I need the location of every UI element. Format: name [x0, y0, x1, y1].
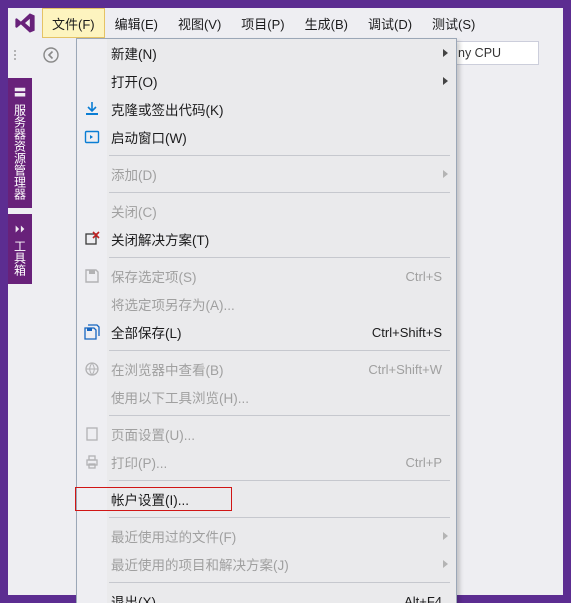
menu-separator: [109, 480, 450, 481]
menu-file[interactable]: 文件(F): [42, 8, 105, 38]
file-menu-browse-with: 使用以下工具浏览(H)...: [77, 383, 456, 411]
clone-download-icon: [81, 98, 103, 120]
file-menu-page-setup: 页面设置(U)...: [77, 420, 456, 448]
menu-separator: [109, 350, 450, 351]
side-tab-toolbox[interactable]: 工具箱: [8, 214, 32, 284]
menu-test[interactable]: 测试(S): [422, 8, 485, 38]
page-setup-icon: [81, 423, 103, 445]
solution-config-value: ny CPU: [458, 46, 501, 60]
side-tab-label: 工具箱: [12, 240, 29, 276]
file-menu-start-window[interactable]: 启动窗口(W): [77, 123, 456, 151]
side-tab-server-explorer[interactable]: 服务器资源管理器: [8, 78, 32, 208]
file-menu-clone[interactable]: 克隆或签出代码(K): [77, 95, 456, 123]
close-solution-icon: [81, 228, 103, 250]
menubar: 文件(F) 编辑(E) 视图(V) 项目(P) 生成(B) 调试(D) 测试(S…: [42, 8, 485, 38]
nav-back-button[interactable]: [34, 41, 68, 69]
submenu-arrow-icon: [443, 560, 448, 568]
menu-view[interactable]: 视图(V): [168, 8, 231, 38]
menu-project[interactable]: 项目(P): [231, 8, 294, 38]
save-icon: [81, 265, 103, 287]
submenu-arrow-icon: [443, 170, 448, 178]
file-menu-dropdown: 新建(N) 打开(O) 克隆或签出代码(K) 启动窗口(W) 添加(D) 关闭(…: [76, 38, 457, 603]
submenu-arrow-icon: [443, 532, 448, 540]
menu-separator: [109, 582, 450, 583]
file-menu-close-solution[interactable]: 关闭解决方案(T): [77, 225, 456, 253]
file-menu-account-settings[interactable]: 帐户设置(I)...: [77, 485, 456, 513]
submenu-arrow-icon: [443, 49, 448, 57]
menu-separator: [109, 192, 450, 193]
menu-debug[interactable]: 调试(D): [358, 8, 422, 38]
toolbox-icon: [13, 222, 27, 236]
menu-separator: [109, 257, 450, 258]
browser-icon: [81, 358, 103, 380]
file-menu-save-all[interactable]: 全部保存(L) Ctrl+Shift+S: [77, 318, 456, 346]
titlebar: 文件(F) 编辑(E) 视图(V) 项目(P) 生成(B) 调试(D) 测试(S…: [8, 8, 563, 38]
file-menu-exit[interactable]: 退出(X) Alt+F4: [77, 587, 456, 603]
file-menu-recent-files: 最近使用过的文件(F): [77, 522, 456, 550]
menu-edit[interactable]: 编辑(E): [105, 8, 168, 38]
save-all-icon: [81, 321, 103, 343]
menu-build[interactable]: 生成(B): [295, 8, 358, 38]
file-menu-close: 关闭(C): [77, 197, 456, 225]
file-menu-view-in-browser: 在浏览器中查看(B) Ctrl+Shift+W: [77, 355, 456, 383]
visual-studio-logo-icon: [8, 8, 42, 38]
side-tabs: 服务器资源管理器 工具箱: [8, 78, 32, 284]
toolbar-grip-icon: [14, 45, 24, 65]
side-tab-label: 服务器资源管理器: [12, 104, 29, 200]
print-icon: [81, 451, 103, 473]
file-menu-save-selected: 保存选定项(S) Ctrl+S: [77, 262, 456, 290]
file-menu-recent-projects: 最近使用的项目和解决方案(J): [77, 550, 456, 578]
file-menu-save-as: 将选定项另存为(A)...: [77, 290, 456, 318]
menu-separator: [109, 517, 450, 518]
solution-config-dropdown[interactable]: ny CPU: [451, 41, 539, 65]
start-window-icon: [81, 126, 103, 148]
server-explorer-icon: [13, 86, 27, 100]
file-menu-print: 打印(P)... Ctrl+P: [77, 448, 456, 476]
menu-separator: [109, 415, 450, 416]
menu-separator: [109, 155, 450, 156]
file-menu-open[interactable]: 打开(O): [77, 67, 456, 95]
file-menu-new[interactable]: 新建(N): [77, 39, 456, 67]
file-menu-add: 添加(D): [77, 160, 456, 188]
submenu-arrow-icon: [443, 77, 448, 85]
